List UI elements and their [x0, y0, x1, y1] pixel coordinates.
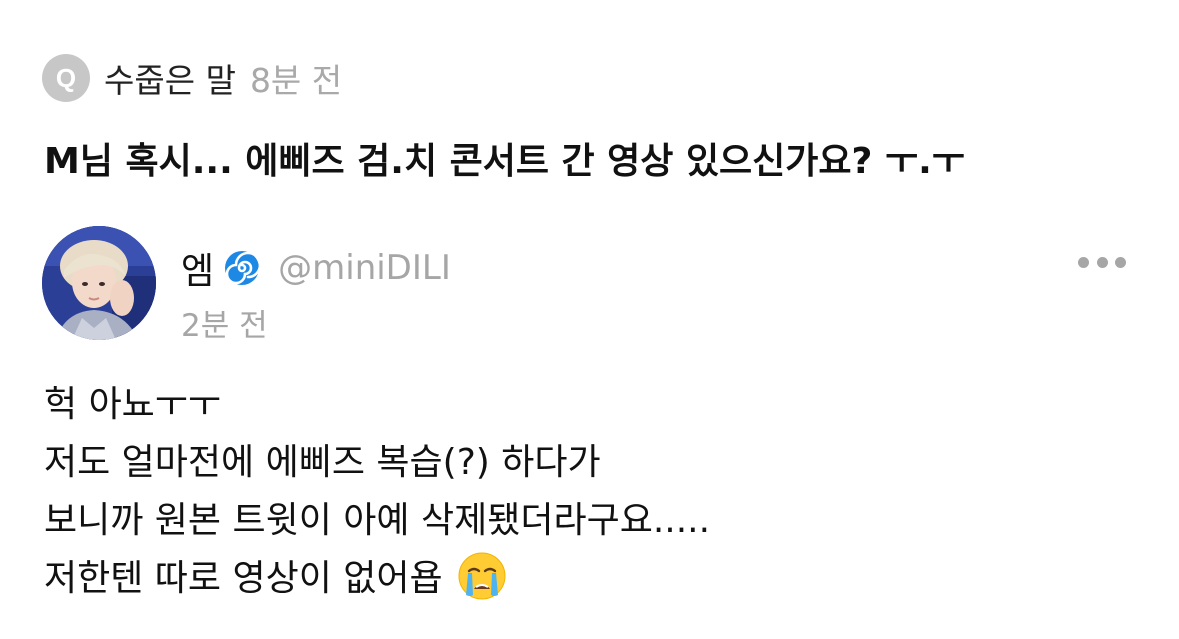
reply-line: 헉 아뇨ㅜㅜ: [44, 384, 222, 425]
reply-author-row: 엠 @miniDILI: [181, 244, 451, 292]
reply-line-text: 저한텐 따로 영상이 없어욥: [44, 558, 443, 599]
author-handle[interactable]: @miniDILI: [278, 248, 451, 288]
more-options-icon[interactable]: [1078, 248, 1126, 276]
question-text: M님 혹시... 에삐즈 검.치 콘서트 간 영상 있으신가요? ㅜ.ㅜ: [44, 141, 965, 182]
asker-name[interactable]: 수줍은 말: [104, 54, 236, 102]
author-name[interactable]: 엠: [181, 242, 214, 294]
reply-line: 저도 얼마전에 에삐즈 복습(?) 하다가: [44, 442, 601, 483]
reply-body: 헉 아뇨ㅜㅜ 저도 얼마전에 에삐즈 복습(?) 하다가 보니까 원본 트윗이 …: [44, 376, 710, 608]
question-badge-icon: Q: [42, 54, 90, 102]
question-header: Q 수줍은 말 8분 전: [42, 54, 342, 102]
swirl-icon: [224, 250, 261, 286]
avatar[interactable]: [42, 226, 156, 340]
question-timestamp: 8분 전: [249, 61, 343, 100]
loudly-crying-face-icon: [457, 551, 507, 601]
reply-line-last: 저한텐 따로 영상이 없어욥: [44, 550, 710, 608]
reply-timestamp: 2분 전: [181, 308, 268, 344]
reply-line: 보니까 원본 트윗이 아예 삭제됐더라구요.....: [44, 500, 711, 541]
avatar-image: [42, 226, 156, 340]
